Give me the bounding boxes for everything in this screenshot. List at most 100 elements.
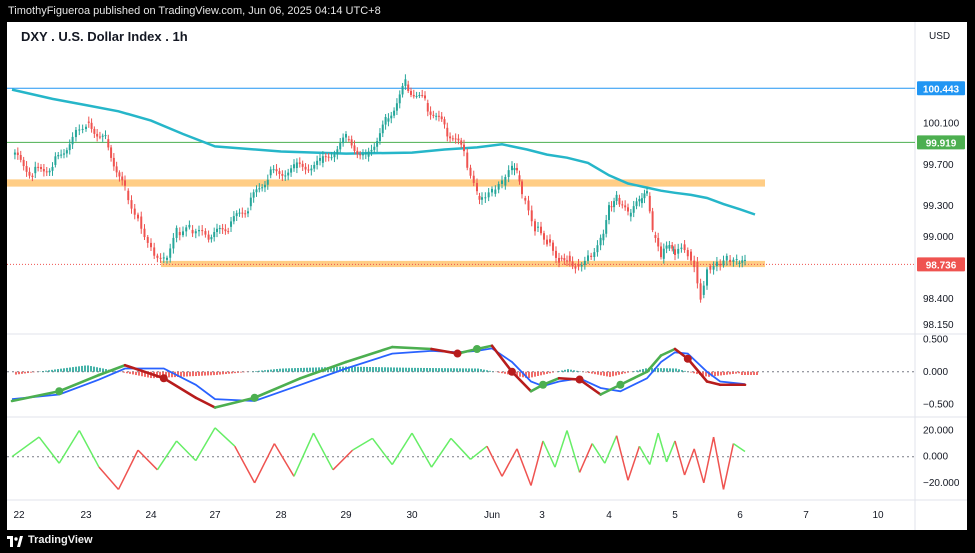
osc-line-segment [516, 448, 532, 486]
candle-41 [133, 208, 136, 215]
macd-hist-bar [132, 371, 134, 375]
macd-hist-bar [414, 367, 416, 372]
macd-hist-bar [756, 371, 758, 375]
candle-62 [201, 230, 204, 232]
macd-hist-bar [486, 370, 488, 372]
macd-hist-bar [279, 368, 281, 372]
macd-hist-bar [546, 371, 548, 374]
candle-216 [646, 191, 648, 194]
y-tick-label: 99.000 [923, 232, 954, 243]
macd-hist-bar [558, 371, 560, 372]
candle-166 [501, 180, 503, 184]
macd-hist-bar [432, 368, 434, 372]
macd-hist-bar [60, 368, 62, 372]
macd-hist-bar [462, 368, 464, 372]
macd-pane [7, 344, 915, 409]
candle-65 [210, 237, 213, 240]
candle-137 [415, 95, 418, 97]
macd-hist-bar [609, 371, 611, 377]
candle-123 [376, 141, 379, 147]
candle-39 [127, 190, 130, 201]
candle-161 [484, 197, 487, 199]
candle-68 [218, 228, 221, 230]
candle-58 [188, 224, 191, 228]
macd-hist-bar [42, 371, 44, 372]
macd-hist-bar [591, 371, 593, 374]
macd-hist-bar [426, 367, 428, 372]
macd-hist-bar [624, 371, 626, 374]
candle-231 [686, 250, 689, 257]
candle-16 [60, 154, 63, 156]
macd-hist-bar [84, 365, 86, 372]
footer-brand: TradingView [28, 534, 93, 546]
osc-line-segment [58, 430, 80, 464]
macd-hist-bar [378, 367, 380, 372]
candle-34 [112, 157, 115, 167]
macd-hist-bar [438, 368, 440, 372]
macd-hist-bar [447, 368, 449, 372]
osc-line-segment [674, 440, 686, 476]
candle-84 [263, 184, 266, 188]
y-tick-label: 100.100 [923, 119, 960, 130]
candle-131 [398, 94, 401, 104]
candle-154 [463, 144, 465, 152]
macd-line-segment [57, 373, 101, 393]
x-tick-label: 5 [672, 510, 678, 521]
macd-hist-bar [216, 371, 218, 375]
candle-72 [230, 221, 233, 227]
macd-hist-bar [369, 367, 371, 372]
macd-hist-bar [198, 371, 200, 376]
candle-182 [549, 239, 551, 243]
chart-svg[interactable]: 22 23 24 27 28 29 30 Jun 3 4 5 6 7 10 100.100 99.700 99.… [7, 22, 967, 530]
candle-116 [356, 150, 359, 155]
macd-hist-bar [66, 367, 68, 372]
candle-146 [440, 116, 443, 120]
macd-hist-bar [621, 371, 623, 375]
macd-hist-bar [720, 371, 722, 376]
osc-line-segment [722, 443, 735, 490]
macd-hist-bar [468, 368, 470, 372]
macd-hist-bar [225, 371, 227, 375]
macd-hist-bar [90, 366, 92, 372]
candle-97 [301, 163, 304, 167]
macd-hist-bar [678, 369, 680, 372]
candle-14 [54, 156, 57, 165]
macd-hist-bar [672, 368, 674, 372]
macd-hist-bar [501, 371, 503, 374]
macd-hist-bar [465, 368, 467, 372]
macd-hist-bar [642, 369, 644, 372]
macd-hist-bar [255, 371, 257, 372]
candle-229 [680, 247, 683, 249]
candle-113 [347, 139, 350, 141]
chart-area[interactable]: 22 23 24 27 28 29 30 Jun 3 4 5 6 7 10 100.100 99.700 99.… [7, 22, 967, 530]
candle-19 [68, 144, 71, 151]
candle-133 [404, 79, 407, 86]
osc-line-segment [430, 437, 452, 468]
price-badge-label: 100.443 [923, 84, 960, 95]
candle-86 [269, 169, 272, 176]
candle-160 [481, 197, 483, 200]
candle-218 [651, 211, 654, 230]
macd-hist-bar [723, 371, 725, 376]
macd-hist-bar [567, 369, 569, 372]
osc-tick-label: 0.000 [923, 452, 948, 463]
candle-45 [146, 237, 149, 243]
osc-line-segment [391, 432, 413, 465]
candle-95 [295, 162, 298, 169]
macd-hist-bar [684, 370, 686, 372]
osc-line-segment [615, 435, 629, 481]
macd-hist-bar [372, 367, 374, 372]
osc-line-segment [98, 466, 120, 490]
macd-hist-bar [27, 371, 29, 374]
candle-235 [699, 283, 702, 300]
macd-hist-bar [399, 367, 401, 372]
osc-line-segment [591, 443, 606, 464]
osc-line-segment [137, 449, 158, 471]
candle-141 [426, 103, 429, 112]
candle-193 [580, 264, 583, 267]
macd-hist-bar [744, 371, 746, 375]
candle-93 [290, 168, 293, 173]
macd-hist-bar [57, 369, 59, 372]
candle-143 [432, 114, 435, 116]
macd-hist-bar [234, 371, 236, 374]
